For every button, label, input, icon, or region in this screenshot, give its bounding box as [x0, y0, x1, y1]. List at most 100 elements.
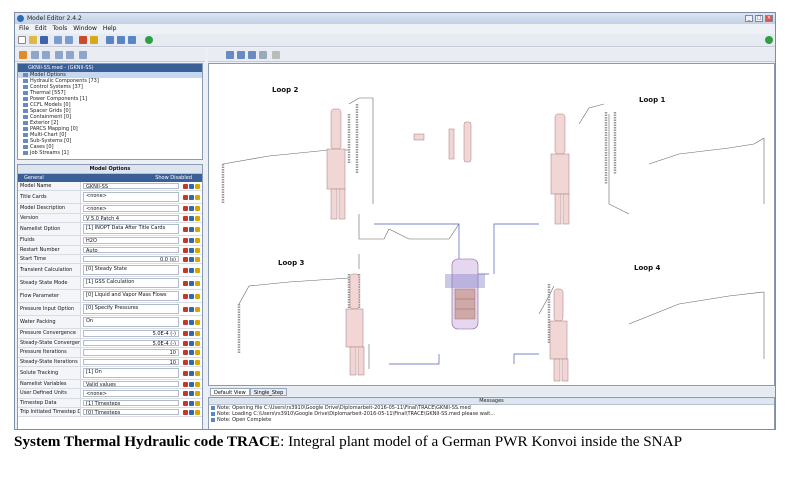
row-action-icons[interactable] [182, 369, 200, 376]
add-icon[interactable] [19, 51, 27, 59]
property-value[interactable]: 0.0 (s) [83, 255, 179, 263]
redo-icon[interactable] [65, 36, 73, 44]
help-icon[interactable] [195, 359, 200, 365]
edit-icon[interactable] [183, 359, 188, 365]
property-value[interactable]: <none> [83, 192, 179, 203]
property-value[interactable]: H2O [83, 237, 179, 244]
help-icon[interactable] [195, 340, 200, 346]
property-value[interactable]: <none> [83, 390, 179, 397]
tab-default-view[interactable]: Default View [210, 388, 250, 396]
edit-icon[interactable] [183, 320, 188, 326]
property-value[interactable]: [1] GSS Calculation [83, 278, 179, 289]
show-disabled-checkbox[interactable]: Show Disabled [155, 174, 192, 182]
menu-window[interactable]: Window [73, 24, 97, 34]
bulb-icon[interactable] [90, 36, 98, 44]
edit-icon[interactable] [183, 281, 188, 287]
help-icon[interactable] [195, 238, 200, 244]
help-icon[interactable] [195, 350, 200, 356]
property-value[interactable]: 5.0E-4 (-) [83, 330, 179, 337]
copy-icon[interactable] [189, 256, 194, 262]
help-icon[interactable] [195, 184, 200, 189]
tree-root[interactable]: GKNII-SS.med - (GKNII-SS) [18, 64, 202, 72]
edit-icon[interactable] [183, 381, 188, 387]
row-action-icons[interactable] [182, 391, 200, 397]
row-action-icons[interactable] [182, 184, 200, 189]
help-icon[interactable] [195, 307, 200, 313]
group-header[interactable]: General Show Disabled [18, 174, 202, 182]
row-action-icons[interactable] [182, 318, 200, 326]
copy-icon[interactable] [189, 340, 194, 346]
property-value[interactable]: [1] On [83, 367, 179, 378]
property-value[interactable]: [0] Specify Pressures [83, 304, 179, 315]
copy-icon[interactable] [189, 215, 194, 221]
edit-icon[interactable] [183, 370, 188, 376]
row-action-icons[interactable] [182, 256, 200, 262]
model-canvas[interactable]: Loop 2 Loop 1 Loop 3 Loop 4 [208, 63, 775, 386]
help-icon[interactable] [195, 294, 200, 300]
tab-single-step[interactable]: Single_Step [250, 388, 288, 396]
copy-icon[interactable] [189, 331, 194, 337]
layout-icon[interactable] [106, 36, 114, 44]
help-icon[interactable] [195, 247, 200, 253]
row-action-icons[interactable] [182, 400, 200, 406]
edit-icon[interactable] [183, 294, 188, 300]
row-action-icons[interactable] [182, 279, 200, 287]
edit-icon[interactable] [183, 227, 188, 233]
select-icon[interactable] [226, 51, 234, 59]
property-value[interactable]: [1] INOPT Data After Title Cards [83, 224, 179, 235]
edit-icon[interactable] [183, 400, 188, 406]
property-value[interactable]: [0] Liquid and Vapor Mass Flows [83, 291, 179, 302]
property-value[interactable]: <none> [83, 205, 179, 212]
copy-icon[interactable] [189, 227, 194, 233]
property-value[interactable]: Auto [83, 246, 179, 253]
undo-icon[interactable] [54, 36, 62, 44]
back-icon[interactable] [31, 51, 39, 59]
edit-icon[interactable] [183, 268, 188, 274]
help-icon[interactable] [195, 381, 200, 387]
copy-icon[interactable] [189, 370, 194, 376]
pan-icon[interactable] [237, 51, 245, 59]
help-icon[interactable] [195, 206, 200, 212]
zoom-icon[interactable] [248, 51, 256, 59]
edit-icon[interactable] [183, 195, 188, 201]
help-icon[interactable] [195, 227, 200, 233]
copy-icon[interactable] [189, 247, 194, 253]
help-icon[interactable] [195, 256, 200, 262]
copy-icon[interactable] [189, 184, 194, 189]
menu-tools[interactable]: Tools [53, 24, 68, 34]
maximize-icon[interactable]: □ [755, 15, 763, 22]
row-action-icons[interactable] [182, 359, 200, 365]
edit-icon[interactable] [183, 340, 188, 346]
text-icon[interactable] [272, 51, 280, 59]
help-icon[interactable] [195, 215, 200, 221]
copy-icon[interactable] [189, 410, 194, 416]
edit-icon[interactable] [183, 307, 188, 313]
row-action-icons[interactable] [182, 266, 200, 274]
copy-icon[interactable] [189, 381, 194, 387]
help-icon[interactable] [195, 320, 200, 326]
property-value[interactable]: 10 [83, 358, 179, 365]
copy-icon[interactable] [189, 195, 194, 201]
edit-icon[interactable] [183, 256, 188, 262]
status-icon[interactable] [765, 36, 773, 44]
copy-icon[interactable] [189, 359, 194, 365]
tree-item[interactable]: Job Streams [1] [18, 150, 202, 156]
copy-icon[interactable] [189, 400, 194, 406]
copy-icon[interactable] [189, 281, 194, 287]
fit-icon[interactable] [259, 51, 267, 59]
help-icon[interactable] [195, 268, 200, 274]
copy-icon[interactable] [189, 294, 194, 300]
row-action-icons[interactable] [182, 238, 200, 244]
edit-icon[interactable] [183, 410, 188, 416]
row-action-icons[interactable] [182, 247, 200, 253]
row-action-icons[interactable] [182, 350, 200, 356]
edit-icon[interactable] [183, 331, 188, 337]
close-icon[interactable]: × [765, 15, 773, 22]
row-action-icons[interactable] [182, 331, 200, 337]
edit-icon[interactable] [183, 206, 188, 212]
new-file-icon[interactable] [18, 36, 26, 44]
help-icon[interactable] [195, 281, 200, 287]
edit-icon[interactable] [183, 184, 188, 189]
property-value[interactable]: [0] Timesteps [83, 409, 179, 416]
copy-icon[interactable] [189, 320, 194, 326]
